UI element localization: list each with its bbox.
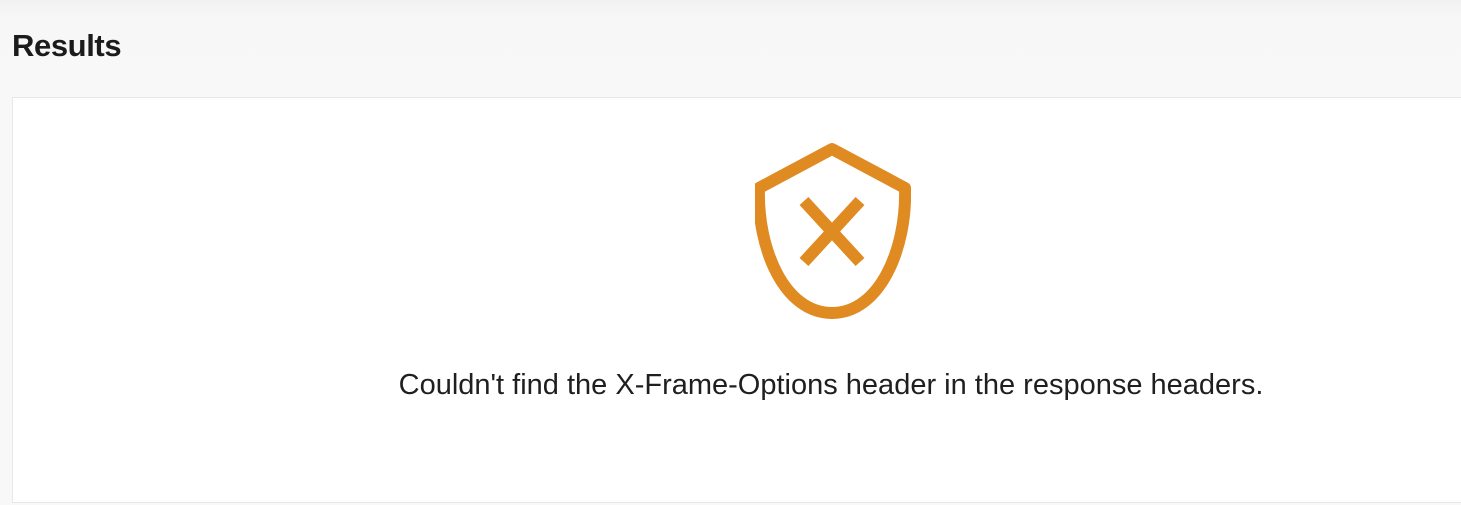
result-message: Couldn't find the X-Frame-Options header… bbox=[398, 369, 1264, 401]
result-card: Couldn't find the X-Frame-Options header… bbox=[12, 97, 1461, 503]
shield-x-icon bbox=[755, 143, 911, 319]
results-title: Results bbox=[12, 28, 122, 63]
results-page: Results Couldn't find the X-Frame-Option… bbox=[0, 0, 1461, 505]
